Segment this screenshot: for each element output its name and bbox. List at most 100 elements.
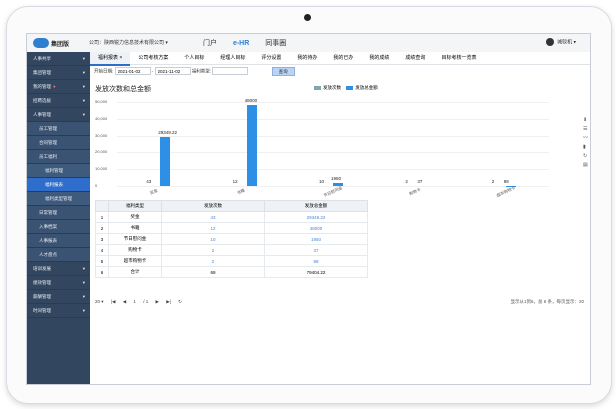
chevron-down-icon: ▾ — [82, 112, 85, 117]
sidebar-item[interactable]: 福利报表 — [27, 178, 90, 192]
table-row[interactable]: 6 合计 69 79404.22 — [95, 266, 368, 278]
page-size-select[interactable]: 20 ▾ — [95, 299, 104, 304]
table-cell: 5 — [95, 255, 109, 267]
user-menu[interactable]: 城驳机 ▾ — [546, 38, 576, 46]
bar-amount[interactable] — [246, 105, 257, 186]
tab[interactable]: 经理人目标 — [212, 52, 253, 64]
sidebar-item[interactable]: 集团管理 ▾ — [27, 66, 90, 80]
header-cell — [95, 200, 109, 212]
sidebar-item[interactable]: 招聘选拔 ▾ — [27, 94, 90, 108]
tab[interactable]: 我的待办 — [289, 52, 325, 64]
sidebar-item[interactable]: 入事档案 — [27, 220, 90, 234]
tab[interactable]: 个人目标 — [176, 52, 212, 64]
data-label: 43 — [146, 178, 152, 184]
sidebar-item[interactable]: 福利类型管理 — [27, 192, 90, 206]
gridline — [117, 169, 549, 171]
sidebar-item[interactable]: 员工福利 — [27, 150, 90, 164]
table-cell[interactable]: 2 — [161, 244, 265, 256]
tab[interactable]: 公司考核方案 — [130, 52, 176, 64]
table-cell[interactable]: 29349.22 — [264, 211, 368, 223]
sidebar-item[interactable]: 人事报表 — [27, 234, 90, 248]
prev-page-button[interactable]: ◀ — [123, 299, 126, 304]
data-label: 2 — [405, 178, 408, 184]
table-cell[interactable]: 37 — [264, 244, 368, 256]
table-cell[interactable]: 48000 — [264, 222, 368, 234]
x-tick-label: 超市购物卡 — [495, 185, 516, 199]
table-cell[interactable]: 43 — [161, 211, 265, 223]
company-selector[interactable]: 公司：陕西锐力信息技术有限公司 ▾ — [89, 39, 168, 46]
chart-title: 发放次数和总金额 — [95, 86, 151, 93]
bar-chart: 50,000 40,000 30,000 20,000 10,000 0 43 29349.2… — [95, 98, 549, 198]
header-cell: 发放次数 — [161, 200, 265, 212]
table-cell: 3 — [95, 233, 109, 245]
sidebar-item[interactable]: 培训发展 ▾ — [27, 262, 90, 276]
sidebar-item[interactable]: 薪酬管理 ▾ — [27, 290, 90, 304]
x-tick-label: 书籍 — [235, 187, 246, 196]
tab[interactable]: 评分设置 — [253, 52, 289, 64]
app-screen: 集团版 公司：陕西锐力信息技术有限公司 ▾ 门户 e-HR 同事圈 城驳机 ▾ … — [26, 33, 591, 385]
table-cell[interactable]: 1950 — [264, 233, 368, 245]
cloud-logo-icon — [33, 38, 49, 48]
gridline — [117, 118, 549, 120]
table-cell: 1 — [95, 211, 109, 223]
table-cell[interactable]: 2 — [161, 255, 265, 267]
brand-name: 集团版 — [51, 42, 70, 48]
table-cell: 69 — [161, 266, 265, 278]
tab[interactable]: 目标考核一览表 — [433, 52, 484, 64]
refresh-icon[interactable]: ↻ — [583, 152, 588, 161]
y-tick-label: 20,000 — [95, 149, 108, 155]
table-cell[interactable]: 12 — [161, 222, 265, 234]
page-info: 显示从1到6，总 6 条，每页显示：20 — [510, 299, 584, 304]
table-row[interactable]: 3 节日慰问金 10 1950 — [95, 233, 368, 245]
sidebar-item[interactable]: 合同管理 — [27, 136, 90, 150]
refresh-icon[interactable]: ↻ — [178, 299, 182, 304]
table-row[interactable]: 1 奖金 43 29349.22 — [95, 211, 368, 223]
query-button[interactable]: 查询 — [271, 66, 295, 76]
tab[interactable]: 我的成绩 — [361, 52, 397, 64]
sidebar-item[interactable]: 人才盘点 — [27, 248, 90, 262]
tab[interactable]: 成绩查询 — [397, 52, 433, 64]
sidebar-item[interactable]: 员工管理 — [27, 122, 90, 136]
sidebar-item[interactable]: 人事共享 ▾ — [27, 52, 90, 66]
type-input[interactable] — [212, 67, 249, 75]
first-page-button[interactable]: |◀ — [111, 299, 116, 304]
table-row[interactable]: 5 超市购物卡 2 98 — [95, 255, 368, 267]
line-icon[interactable]: 〰 — [583, 134, 588, 143]
table-cell: 节日慰问金 — [108, 233, 162, 245]
bar-icon[interactable]: ▮ — [583, 143, 588, 152]
nav-portal[interactable]: 门户 — [203, 40, 217, 47]
sidebar-item[interactable]: 日常管理 — [27, 206, 90, 220]
data-view-icon[interactable]: ☰ — [583, 125, 588, 134]
tab[interactable]: 福利报表 × — [90, 52, 131, 66]
next-page-button[interactable]: ▶ — [155, 299, 158, 304]
y-tick-label: 30,000 — [95, 132, 108, 138]
table-cell: 奖金 — [108, 211, 162, 223]
gridline — [117, 102, 549, 103]
table-row[interactable]: 4 购物卡 2 37 — [95, 244, 368, 256]
sidebar-item[interactable]: 人事管理 ▾ — [27, 108, 90, 122]
x-tick-label: 节日慰问金 — [322, 185, 343, 199]
table-cell[interactable]: 10 — [161, 233, 265, 245]
nav-ehr[interactable]: e-HR — [233, 40, 249, 47]
x-tick-label: 奖金 — [149, 187, 159, 196]
end-date-input[interactable] — [154, 67, 191, 75]
sidebar-item[interactable]: 我的管理 ● ▾ — [27, 80, 90, 94]
legend-swatch-count — [314, 85, 321, 90]
stack-icon[interactable]: ▤ — [583, 161, 588, 170]
sidebar-item[interactable]: 福利管理 — [27, 164, 90, 178]
page-input[interactable]: 1 — [133, 299, 136, 304]
gridline — [117, 152, 549, 154]
sidebar-item[interactable]: 时间管理 ▾ — [27, 304, 90, 318]
tab[interactable]: 我的已办 — [325, 52, 361, 64]
data-label: 37 — [417, 178, 423, 184]
save-icon[interactable]: ⬇ — [583, 116, 588, 125]
tab-bar: 福利报表 × 公司考核方案 个人目标 经理人目标 评分设置 我的待办 我的已办 我的成绩 成绩查… — [90, 52, 590, 66]
start-date-input[interactable] — [114, 67, 151, 75]
sidebar-item[interactable]: 绩效管理 ▾ — [27, 276, 90, 290]
data-label: 48000 — [244, 98, 258, 104]
last-page-button[interactable]: ▶| — [166, 299, 171, 304]
bar-amount[interactable] — [160, 136, 171, 186]
table-cell[interactable]: 98 — [264, 255, 368, 267]
table-row[interactable]: 2 书籍 12 48000 — [95, 222, 368, 234]
nav-colleagues[interactable]: 同事圈 — [265, 40, 286, 47]
